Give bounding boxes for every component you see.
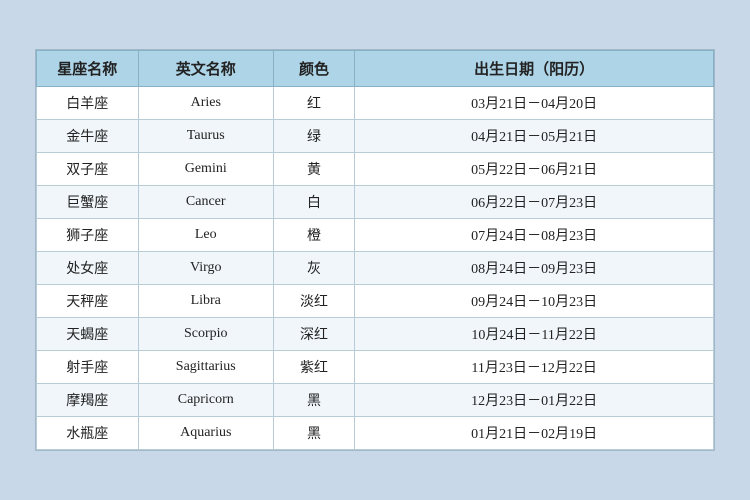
header-date: 出生日期（阳历） bbox=[355, 51, 714, 87]
header-color: 颜色 bbox=[273, 51, 354, 87]
table-row: 双子座Gemini黄05月22日－06月21日 bbox=[37, 153, 714, 186]
table-row: 天蝎座Scorpio深红10月24日－11月22日 bbox=[37, 318, 714, 351]
cell-zh: 白羊座 bbox=[37, 87, 139, 120]
cell-en: Gemini bbox=[138, 153, 273, 186]
table-row: 天秤座Libra淡红09月24日－10月23日 bbox=[37, 285, 714, 318]
cell-color: 橙 bbox=[273, 219, 354, 252]
cell-zh: 射手座 bbox=[37, 351, 139, 384]
cell-color: 黑 bbox=[273, 384, 354, 417]
cell-date: 10月24日－11月22日 bbox=[355, 318, 714, 351]
cell-en: Leo bbox=[138, 219, 273, 252]
header-en: 英文名称 bbox=[138, 51, 273, 87]
cell-zh: 摩羯座 bbox=[37, 384, 139, 417]
cell-color: 黄 bbox=[273, 153, 354, 186]
cell-color: 淡红 bbox=[273, 285, 354, 318]
cell-date: 11月23日－12月22日 bbox=[355, 351, 714, 384]
cell-en: Libra bbox=[138, 285, 273, 318]
table-row: 处女座Virgo灰08月24日－09月23日 bbox=[37, 252, 714, 285]
cell-color: 深红 bbox=[273, 318, 354, 351]
cell-color: 红 bbox=[273, 87, 354, 120]
cell-en: Virgo bbox=[138, 252, 273, 285]
cell-date: 12月23日－01月22日 bbox=[355, 384, 714, 417]
cell-zh: 处女座 bbox=[37, 252, 139, 285]
cell-date: 06月22日－07月23日 bbox=[355, 186, 714, 219]
cell-zh: 天蝎座 bbox=[37, 318, 139, 351]
table-row: 狮子座Leo橙07月24日－08月23日 bbox=[37, 219, 714, 252]
cell-en: Scorpio bbox=[138, 318, 273, 351]
cell-color: 白 bbox=[273, 186, 354, 219]
cell-date: 09月24日－10月23日 bbox=[355, 285, 714, 318]
cell-color: 绿 bbox=[273, 120, 354, 153]
cell-zh: 水瓶座 bbox=[37, 417, 139, 450]
cell-date: 03月21日－04月20日 bbox=[355, 87, 714, 120]
cell-en: Sagittarius bbox=[138, 351, 273, 384]
cell-en: Taurus bbox=[138, 120, 273, 153]
cell-zh: 狮子座 bbox=[37, 219, 139, 252]
cell-date: 07月24日－08月23日 bbox=[355, 219, 714, 252]
cell-date: 05月22日－06月21日 bbox=[355, 153, 714, 186]
cell-color: 黑 bbox=[273, 417, 354, 450]
cell-en: Capricorn bbox=[138, 384, 273, 417]
table-row: 摩羯座Capricorn黑12月23日－01月22日 bbox=[37, 384, 714, 417]
cell-date: 01月21日－02月19日 bbox=[355, 417, 714, 450]
table-header-row: 星座名称 英文名称 颜色 出生日期（阳历） bbox=[37, 51, 714, 87]
cell-en: Cancer bbox=[138, 186, 273, 219]
table-row: 射手座Sagittarius紫红11月23日－12月22日 bbox=[37, 351, 714, 384]
cell-color: 紫红 bbox=[273, 351, 354, 384]
table-row: 金牛座Taurus绿04月21日－05月21日 bbox=[37, 120, 714, 153]
cell-color: 灰 bbox=[273, 252, 354, 285]
cell-zh: 双子座 bbox=[37, 153, 139, 186]
header-zh: 星座名称 bbox=[37, 51, 139, 87]
cell-zh: 金牛座 bbox=[37, 120, 139, 153]
cell-zh: 天秤座 bbox=[37, 285, 139, 318]
cell-zh: 巨蟹座 bbox=[37, 186, 139, 219]
cell-date: 04月21日－05月21日 bbox=[355, 120, 714, 153]
table-row: 白羊座Aries红03月21日－04月20日 bbox=[37, 87, 714, 120]
cell-date: 08月24日－09月23日 bbox=[355, 252, 714, 285]
table-row: 水瓶座Aquarius黑01月21日－02月19日 bbox=[37, 417, 714, 450]
cell-en: Aquarius bbox=[138, 417, 273, 450]
zodiac-table: 星座名称 英文名称 颜色 出生日期（阳历） 白羊座Aries红03月21日－04… bbox=[35, 49, 715, 451]
cell-en: Aries bbox=[138, 87, 273, 120]
table-row: 巨蟹座Cancer白06月22日－07月23日 bbox=[37, 186, 714, 219]
